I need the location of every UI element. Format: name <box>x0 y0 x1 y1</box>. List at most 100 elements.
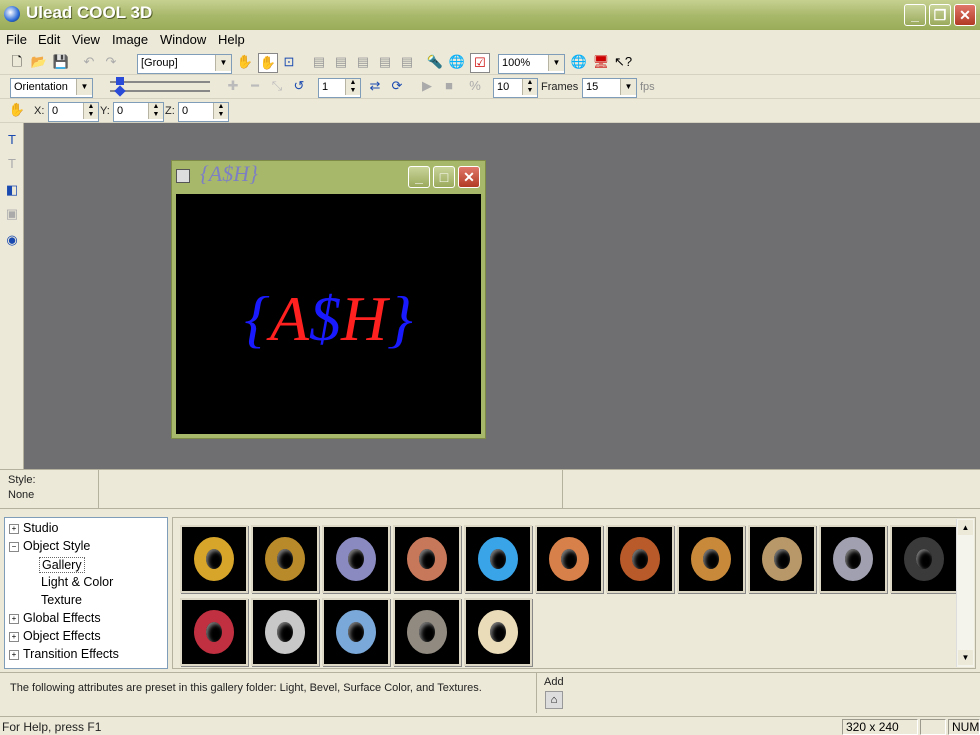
align-right-icon[interactable]: ▤ <box>354 53 372 71</box>
stop-icon[interactable]: ■ <box>440 77 458 95</box>
gallery-thumbnail-spotted-gold[interactable] <box>677 525 745 593</box>
doc-close-button[interactable]: ✕ <box>458 166 480 188</box>
z-spinner[interactable]: 0 ▲ ▼ <box>178 102 229 122</box>
tree-item-transition-effects[interactable]: Transition Effects <box>23 647 119 661</box>
fps-combo[interactable]: 15 ▼ <box>582 78 637 98</box>
title-bar[interactable]: Ulead COOL 3D _ ❐ ✕ <box>0 0 980 30</box>
pan-hand-icon[interactable]: ✋ <box>236 53 254 71</box>
spin-arrows-icon[interactable]: ▲ ▼ <box>345 79 360 95</box>
help-pointer-icon[interactable]: ↖? <box>614 53 632 71</box>
gallery-thumbnail-bronze-ring[interactable] <box>535 525 603 593</box>
gallery-thumbnail-brass[interactable] <box>251 525 319 593</box>
tree-item-object-effects[interactable]: Object Effects <box>23 629 101 643</box>
document-window[interactable]: {A$H} _ □ ✕ {A$H} <box>171 160 486 439</box>
edit-text-icon[interactable]: T <box>3 155 21 173</box>
doc-maximize-button[interactable]: □ <box>433 166 455 188</box>
align-justify-icon[interactable]: ▤ <box>376 53 394 71</box>
move-object-icon[interactable]: ✋ <box>8 101 26 119</box>
web-icon[interactable]: 🌐 <box>570 53 588 71</box>
expand-icon[interactable]: + <box>9 632 19 642</box>
collapse-icon[interactable]: − <box>9 542 19 552</box>
gallery-thumbnail-marble[interactable] <box>251 598 319 666</box>
slider-thumb-bottom[interactable] <box>114 85 126 97</box>
render-canvas[interactable]: {A$H} <box>176 194 481 434</box>
slider-thumb[interactable] <box>116 77 124 85</box>
tree-item-texture[interactable]: Texture <box>41 593 82 607</box>
frame-spinner[interactable]: 10 ▲ ▼ <box>493 78 538 98</box>
web-export-icon[interactable]: 🖥 <box>592 53 610 71</box>
open-folder-icon[interactable]: 📂 <box>30 53 48 71</box>
remove-key-icon[interactable]: ━ <box>246 77 264 95</box>
add-key-icon[interactable]: ✚ <box>224 77 242 95</box>
document-icon[interactable] <box>176 169 190 183</box>
loop-icon[interactable]: ↺ <box>290 77 308 95</box>
restore-button[interactable]: ❐ <box>929 4 951 26</box>
spin-arrows-icon[interactable]: ▲ ▼ <box>148 103 163 119</box>
expand-icon[interactable]: + <box>9 614 19 624</box>
mode-combo[interactable]: Orientation ▼ <box>10 78 93 98</box>
tree-item-gallery[interactable]: Gallery <box>39 557 85 573</box>
scroll-up-icon[interactable]: ▲ <box>958 520 973 535</box>
3d-text[interactable]: {A$H} <box>176 282 481 356</box>
repeat-icon[interactable]: ⟳ <box>388 77 406 95</box>
tree-item-object-style[interactable]: Object Style <box>23 539 90 553</box>
save-icon[interactable]: 💾 <box>52 53 70 71</box>
gallery-thumbnail-blue-stone[interactable] <box>464 525 532 593</box>
gallery-thumbnail-cream[interactable] <box>464 598 532 666</box>
insert-object-icon[interactable]: ◧ <box>3 181 21 199</box>
gallery-thumbnail-cork[interactable] <box>748 525 816 593</box>
insert-text-icon[interactable]: T <box>3 131 21 149</box>
x-spinner[interactable]: 0 ▲ ▼ <box>48 102 99 122</box>
step-spinner[interactable]: 1 ▲ ▼ <box>318 78 361 98</box>
close-button[interactable]: ✕ <box>954 4 976 26</box>
swap-icon[interactable]: ⇄ <box>366 77 384 95</box>
gallery-thumbnail-copper[interactable] <box>393 525 461 593</box>
chevron-down-icon[interactable]: ▼ <box>620 79 636 95</box>
edit-object-icon[interactable]: ▣ <box>3 205 21 223</box>
gallery-thumbnail-sky-marble[interactable] <box>322 598 390 666</box>
effects-tree[interactable]: + Studio − Object Style Gallery Light & … <box>4 517 168 669</box>
menu-image[interactable]: Image <box>112 32 148 47</box>
expand-icon[interactable]: + <box>9 650 19 660</box>
gallery-thumbnail-metal-mesh[interactable] <box>819 525 887 593</box>
doc-minimize-button[interactable]: _ <box>408 166 430 188</box>
spin-arrows-icon[interactable]: ▲ ▼ <box>83 103 98 119</box>
scroll-down-icon[interactable]: ▼ <box>958 650 973 665</box>
gallery-scrollbar[interactable]: ▲ ▼ <box>956 519 974 667</box>
gallery-thumbnail-wood[interactable] <box>606 525 674 593</box>
menu-file[interactable]: File <box>6 32 27 47</box>
chevron-down-icon[interactable]: ▼ <box>215 55 231 71</box>
menu-window[interactable]: Window <box>160 32 206 47</box>
align-center-icon[interactable]: ▤ <box>332 53 350 71</box>
timeline-slider-top[interactable] <box>110 81 210 83</box>
undo-icon[interactable]: ↶ <box>80 53 98 71</box>
gallery-thumbnail-yellow-dots[interactable] <box>890 525 958 593</box>
gallery-thumbnail-gold[interactable] <box>180 525 248 593</box>
spin-arrows-icon[interactable]: ▲ ▼ <box>213 103 228 119</box>
redo-icon[interactable]: ↷ <box>102 53 120 71</box>
new-file-icon[interactable]: 🗋 <box>8 53 26 71</box>
minimize-button[interactable]: _ <box>904 4 926 26</box>
app-icon[interactable] <box>4 6 20 22</box>
menu-edit[interactable]: Edit <box>38 32 60 47</box>
chevron-down-icon[interactable]: ▼ <box>76 79 92 95</box>
gallery-thumbnail-silver[interactable] <box>393 598 461 666</box>
tree-item-light-color[interactable]: Light & Color <box>41 575 113 589</box>
zoom-combo[interactable]: 100% ▼ <box>498 54 565 74</box>
add-to-gallery-icon[interactable]: ⌂ <box>545 691 563 709</box>
percent-icon[interactable]: % <box>466 77 484 95</box>
gallery-thumbnail-chrome-blue[interactable] <box>322 525 390 593</box>
menu-view[interactable]: View <box>72 32 100 47</box>
chevron-down-icon[interactable]: ▼ <box>548 55 564 71</box>
tree-item-studio[interactable]: Studio <box>23 521 58 535</box>
reverse-key-icon[interactable]: ⤡ <box>268 77 286 95</box>
y-spinner[interactable]: 0 ▲ ▼ <box>113 102 164 122</box>
tree-item-global-effects[interactable]: Global Effects <box>23 611 101 625</box>
check-icon[interactable]: ☑ <box>470 53 490 73</box>
menu-help[interactable]: Help <box>218 32 245 47</box>
align-full-icon[interactable]: ▤ <box>398 53 416 71</box>
align-left-icon[interactable]: ▤ <box>310 53 328 71</box>
workspace[interactable] <box>24 123 980 469</box>
globe-icon[interactable]: 🌐 <box>448 53 466 71</box>
expand-icon[interactable]: + <box>9 524 19 534</box>
